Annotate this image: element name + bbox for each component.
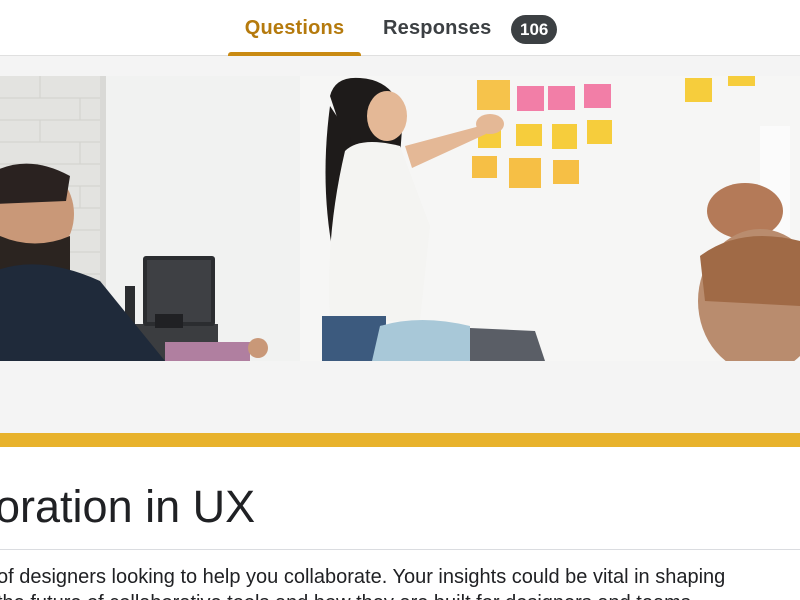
form-description[interactable]: of designers looking to help you collabo…: [0, 566, 725, 589]
theme-accent-bar: [0, 433, 800, 447]
tab-questions[interactable]: Questions: [228, 0, 361, 56]
form-description-line-2[interactable]: the future of collaborative tools and ho…: [0, 592, 696, 600]
tab-responses-label: Responses: [383, 16, 492, 39]
tab-responses[interactable]: Responses: [383, 0, 492, 56]
form-title[interactable]: oration in UX: [0, 481, 255, 533]
tab-questions-label: Questions: [244, 16, 345, 39]
tab-bar: Questions Responses 106: [0, 0, 800, 56]
header-image: [0, 76, 800, 361]
title-divider: [0, 549, 800, 550]
responses-count-badge: 106: [511, 15, 558, 44]
